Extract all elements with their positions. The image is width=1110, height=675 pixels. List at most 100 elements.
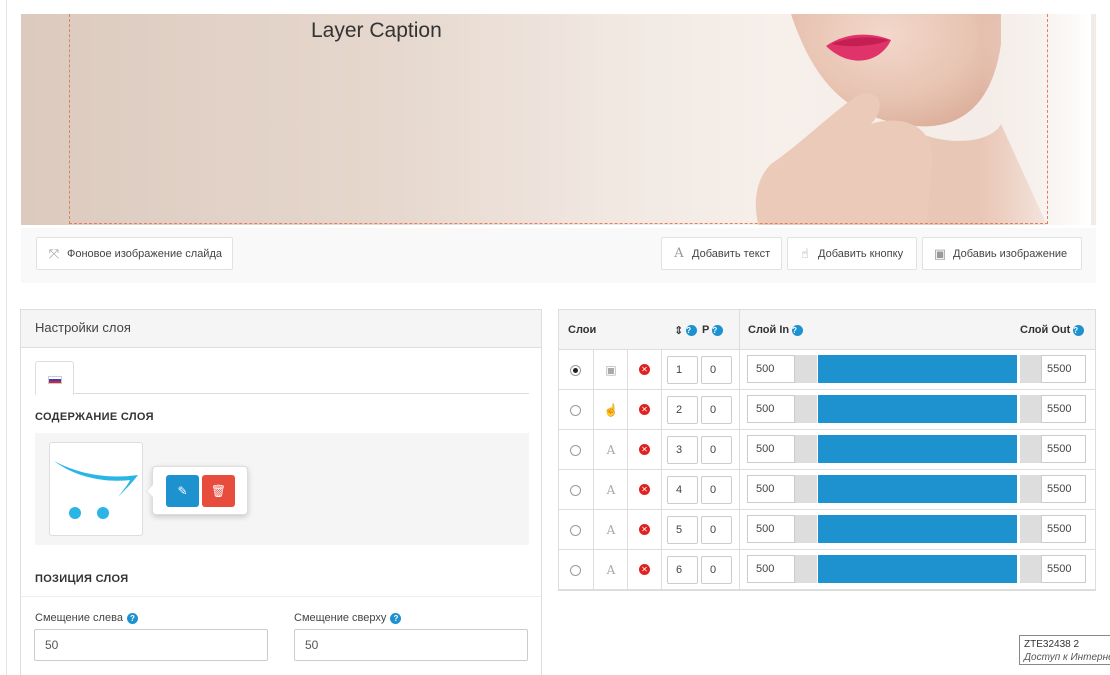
layer-image-area: ✎ 🗑	[35, 433, 529, 545]
layer-select-radio[interactable]	[570, 405, 581, 416]
layer-out-input[interactable]: 5500	[1041, 355, 1086, 383]
layer-order-input[interactable]: 5	[667, 516, 698, 544]
layer-order-input[interactable]: 2	[667, 396, 698, 424]
timeline-out-handle[interactable]	[1020, 555, 1041, 583]
add-image-label: Добавиь изображение	[953, 247, 1068, 260]
hand-pointer-icon: ☝	[603, 403, 619, 417]
help-icon[interactable]: ?	[1073, 324, 1085, 336]
layer-out-input[interactable]: 5500	[1041, 475, 1086, 503]
timeline-bar[interactable]	[818, 555, 1017, 583]
timeline-in-handle[interactable]	[795, 475, 817, 503]
text-icon: A	[674, 246, 684, 261]
slide-background-label: Фоновое изображение слайда	[67, 247, 222, 260]
layer-position-title: ПОЗИЦИЯ СЛОЯ	[35, 573, 129, 585]
layer-in-input[interactable]: 500	[747, 395, 795, 423]
cart-logo-icon	[54, 461, 138, 519]
help-icon[interactable]: ?	[686, 325, 698, 336]
table-row[interactable]: A ✕ 4 0 500 5500	[559, 470, 1095, 510]
layer-p-input[interactable]: 0	[701, 556, 732, 584]
pencil-icon: ✎	[177, 484, 188, 498]
slide-preview[interactable]: Layer Caption	[21, 14, 1096, 225]
help-icon[interactable]: ?	[712, 324, 724, 336]
add-image-button[interactable]: ▣ Добавиь изображение	[922, 237, 1082, 270]
col-layers: Слои	[568, 324, 597, 336]
timeline-in-handle[interactable]	[795, 435, 817, 463]
offset-top-label-wrap: Смещение сверху ?	[294, 612, 402, 624]
col-in: Слой In	[748, 324, 790, 336]
timeline-in-handle[interactable]	[795, 555, 817, 583]
timeline-bar[interactable]	[818, 355, 1017, 383]
layer-select-radio[interactable]	[570, 365, 581, 376]
layer-in-input[interactable]: 500	[747, 435, 795, 463]
layer-caption[interactable]: Layer Caption	[311, 19, 442, 43]
layer-in-input[interactable]: 500	[747, 355, 795, 383]
table-row[interactable]: A ✕ 5 0 500 5500	[559, 510, 1095, 550]
timeline-bar[interactable]	[818, 395, 1017, 423]
col-order[interactable]: ⇕ ?	[674, 324, 698, 337]
layer-out-input[interactable]: 5500	[1041, 555, 1086, 583]
layer-in-input[interactable]: 500	[747, 515, 795, 543]
layer-in-input[interactable]: 500	[747, 555, 795, 583]
layer-p-input[interactable]: 0	[701, 396, 732, 424]
layer-out-input[interactable]: 5500	[1041, 515, 1086, 543]
edit-image-button[interactable]: ✎	[166, 475, 199, 507]
table-row[interactable]: A ✕ 6 0 500 5500	[559, 550, 1095, 590]
divider	[661, 350, 662, 590]
layer-order-input[interactable]: 3	[667, 436, 698, 464]
layer-out-input[interactable]: 5500	[1041, 435, 1086, 463]
layer-settings-panel: Настройки слоя СОДЕРЖАНИЕ СЛОЯ ✎ 🗑 ПОЗИЦ…	[20, 309, 542, 675]
layer-p-input[interactable]: 0	[701, 476, 732, 504]
offset-top-input[interactable]: 50	[294, 629, 528, 661]
delete-layer-icon[interactable]: ✕	[639, 524, 650, 535]
offset-left-input[interactable]: 50	[34, 629, 268, 661]
table-row[interactable]: ☝ ✕ 2 0 500 5500	[559, 390, 1095, 430]
timeline-in-handle[interactable]	[795, 515, 817, 543]
timeline-bar[interactable]	[818, 515, 1017, 543]
timeline-out-handle[interactable]	[1020, 435, 1041, 463]
table-row[interactable]: ▣ ✕ 1 0 500 5500	[559, 350, 1095, 390]
timeline-out-handle[interactable]	[1020, 395, 1041, 423]
text-icon: A	[606, 443, 616, 457]
tab-language-ru[interactable]	[35, 361, 74, 395]
timeline-out-handle[interactable]	[1020, 515, 1041, 543]
table-row[interactable]: A ✕ 3 0 500 5500	[559, 430, 1095, 470]
add-text-label: Добавить текст	[692, 247, 771, 260]
delete-image-button[interactable]: 🗑	[202, 475, 235, 507]
layer-image-thumbnail[interactable]	[49, 442, 143, 536]
layer-order-input[interactable]: 4	[667, 476, 698, 504]
delete-layer-icon[interactable]: ✕	[639, 444, 650, 455]
layer-p-input[interactable]: 0	[701, 516, 732, 544]
layer-select-radio[interactable]	[570, 565, 581, 576]
layer-select-radio[interactable]	[570, 485, 581, 496]
timeline-out-handle[interactable]	[1020, 475, 1041, 503]
delete-layer-icon[interactable]: ✕	[639, 404, 650, 415]
delete-layer-icon[interactable]: ✕	[639, 484, 650, 495]
col-p: P	[702, 324, 710, 336]
timeline-in-handle[interactable]	[795, 395, 817, 423]
help-icon[interactable]: ?	[126, 612, 138, 624]
layer-p-input[interactable]: 0	[701, 356, 732, 384]
layer-order-input[interactable]: 6	[667, 556, 698, 584]
add-button-button[interactable]: ☝ Добавить кнопку	[787, 237, 917, 270]
timeline-bar[interactable]	[818, 475, 1017, 503]
image-actions-popover: ✎ 🗑	[146, 466, 248, 515]
text-icon: A	[606, 563, 616, 577]
slide-background-button[interactable]: ⤧ Фоновое изображение слайда	[36, 237, 233, 270]
expand-icon: ⤧	[48, 245, 60, 261]
layer-select-radio[interactable]	[570, 525, 581, 536]
timeline-bar[interactable]	[818, 435, 1017, 463]
layer-out-input[interactable]: 5500	[1041, 395, 1086, 423]
network-tooltip: ZTE32438 2 Доступ к Интерне	[1019, 635, 1110, 665]
delete-layer-icon[interactable]: ✕	[639, 564, 650, 575]
add-text-button[interactable]: A Добавить текст	[661, 237, 782, 270]
layer-order-input[interactable]: 1	[667, 356, 698, 384]
timeline-in-handle[interactable]	[795, 355, 817, 383]
layer-select-radio[interactable]	[570, 445, 581, 456]
language-tabs	[35, 361, 529, 395]
timeline-out-handle[interactable]	[1020, 355, 1041, 383]
help-icon[interactable]: ?	[792, 324, 804, 336]
layer-in-input[interactable]: 500	[747, 475, 795, 503]
help-icon[interactable]: ?	[390, 612, 402, 624]
layer-p-input[interactable]: 0	[701, 436, 732, 464]
delete-layer-icon[interactable]: ✕	[639, 364, 650, 375]
